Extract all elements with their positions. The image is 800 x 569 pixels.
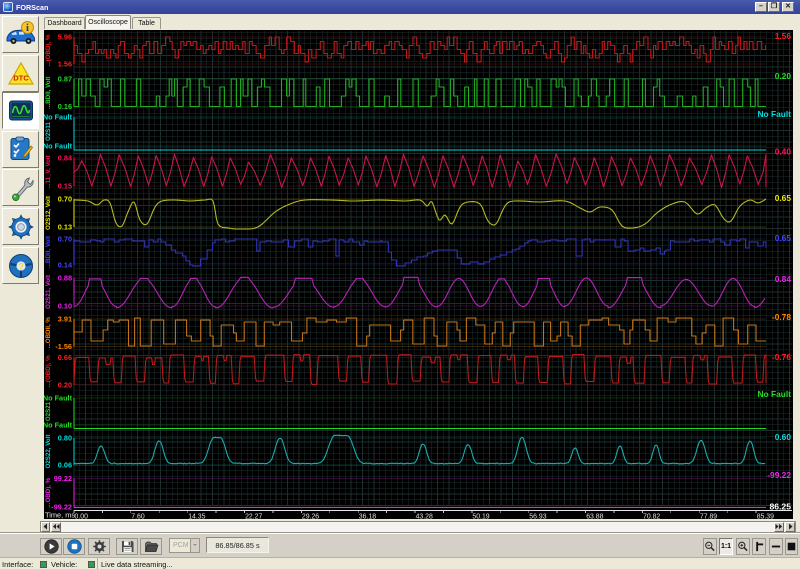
svg-text:...11_V, Volt: ...11_V, Volt (45, 155, 52, 188)
svg-text:-0.76: -0.76 (772, 352, 791, 362)
svg-text:DTC: DTC (13, 73, 29, 82)
svg-text:0.00: 0.00 (75, 514, 89, 520)
svg-text:56.93: 56.93 (529, 514, 546, 520)
svg-text:0.88: 0.88 (58, 274, 72, 283)
svg-text:...OBDII, %: ...OBDII, % (45, 317, 52, 349)
svg-text:0.84: 0.84 (775, 274, 792, 284)
svg-text:i: i (26, 23, 29, 34)
svg-text:No Fault: No Fault (44, 113, 73, 122)
svg-text:0.60: 0.60 (775, 432, 792, 442)
svg-text:...BDII, Volt: ...BDII, Volt (45, 236, 52, 268)
svg-text:O2S21: O2S21 (45, 401, 52, 421)
svg-text:0.06: 0.06 (58, 461, 72, 470)
svg-text:86.25: 86.25 (769, 502, 791, 512)
svg-text:Time, ms: Time, ms (45, 511, 75, 520)
svg-text:0.65: 0.65 (775, 233, 792, 243)
svg-text:?: ? (18, 261, 24, 272)
svg-text:0.10: 0.10 (58, 302, 72, 311)
svg-text:22.27: 22.27 (245, 514, 262, 520)
svg-text:0.14: 0.14 (58, 261, 73, 270)
svg-text:50.19: 50.19 (472, 514, 489, 520)
svg-text:O2S12, Volt: O2S12, Volt (45, 196, 52, 230)
svg-text:0.65: 0.65 (775, 193, 792, 203)
svg-text:No Fault: No Fault (44, 142, 73, 151)
svg-text:1.56: 1.56 (775, 31, 792, 41)
svg-text:0.80: 0.80 (58, 434, 72, 443)
svg-text:0.40: 0.40 (775, 147, 792, 157)
svg-text:0.20: 0.20 (58, 381, 72, 390)
svg-text:85.39: 85.39 (757, 514, 774, 520)
svg-text:O2S21, Volt: O2S21, Volt (45, 275, 52, 309)
svg-text:No Fault: No Fault (44, 394, 73, 403)
svg-text:-1.56: -1.56 (55, 342, 72, 351)
svg-text:77.89: 77.89 (700, 514, 717, 520)
svg-text:5.96: 5.96 (58, 33, 72, 42)
svg-text:0.15: 0.15 (58, 182, 72, 191)
svg-text:7.60: 7.60 (131, 514, 145, 520)
svg-text:43.28: 43.28 (416, 514, 433, 520)
svg-text:3.91: 3.91 (58, 315, 72, 324)
svg-text:0.66: 0.66 (58, 353, 72, 362)
svg-text:O2S11: O2S11 (45, 121, 52, 140)
svg-text:63.88: 63.88 (586, 514, 603, 520)
svg-text:70.82: 70.82 (643, 514, 660, 520)
svg-text:99.22: 99.22 (54, 474, 72, 483)
svg-text:29.26: 29.26 (302, 514, 319, 520)
svg-text:...BDII, Volt: ...BDII, Volt (45, 77, 52, 109)
svg-text:14.35: 14.35 (188, 514, 205, 520)
svg-text:0.20: 0.20 (775, 71, 792, 81)
svg-text:0.13: 0.13 (58, 223, 72, 232)
svg-text:1.56: 1.56 (58, 60, 72, 69)
svg-text:No Fault: No Fault (758, 389, 792, 399)
svg-text:...OBD), %: ...OBD), % (45, 477, 52, 507)
svg-text:36.18: 36.18 (359, 514, 376, 520)
svg-text:No Fault: No Fault (758, 109, 792, 119)
svg-text:O2S22, Volt: O2S22, Volt (45, 435, 52, 469)
svg-text:...(OBD), %: ...(OBD), % (45, 355, 52, 387)
svg-text:0.16: 0.16 (58, 102, 72, 111)
svg-text:...(OBD), %: ...(OBD), % (45, 34, 52, 66)
svg-text:-99.22: -99.22 (767, 470, 791, 480)
svg-text:0.70: 0.70 (58, 195, 72, 204)
svg-text:0.70: 0.70 (58, 235, 72, 244)
svg-text:0.87: 0.87 (58, 75, 72, 84)
svg-text:0.84: 0.84 (58, 154, 73, 163)
svg-text:-0.78: -0.78 (772, 312, 791, 322)
